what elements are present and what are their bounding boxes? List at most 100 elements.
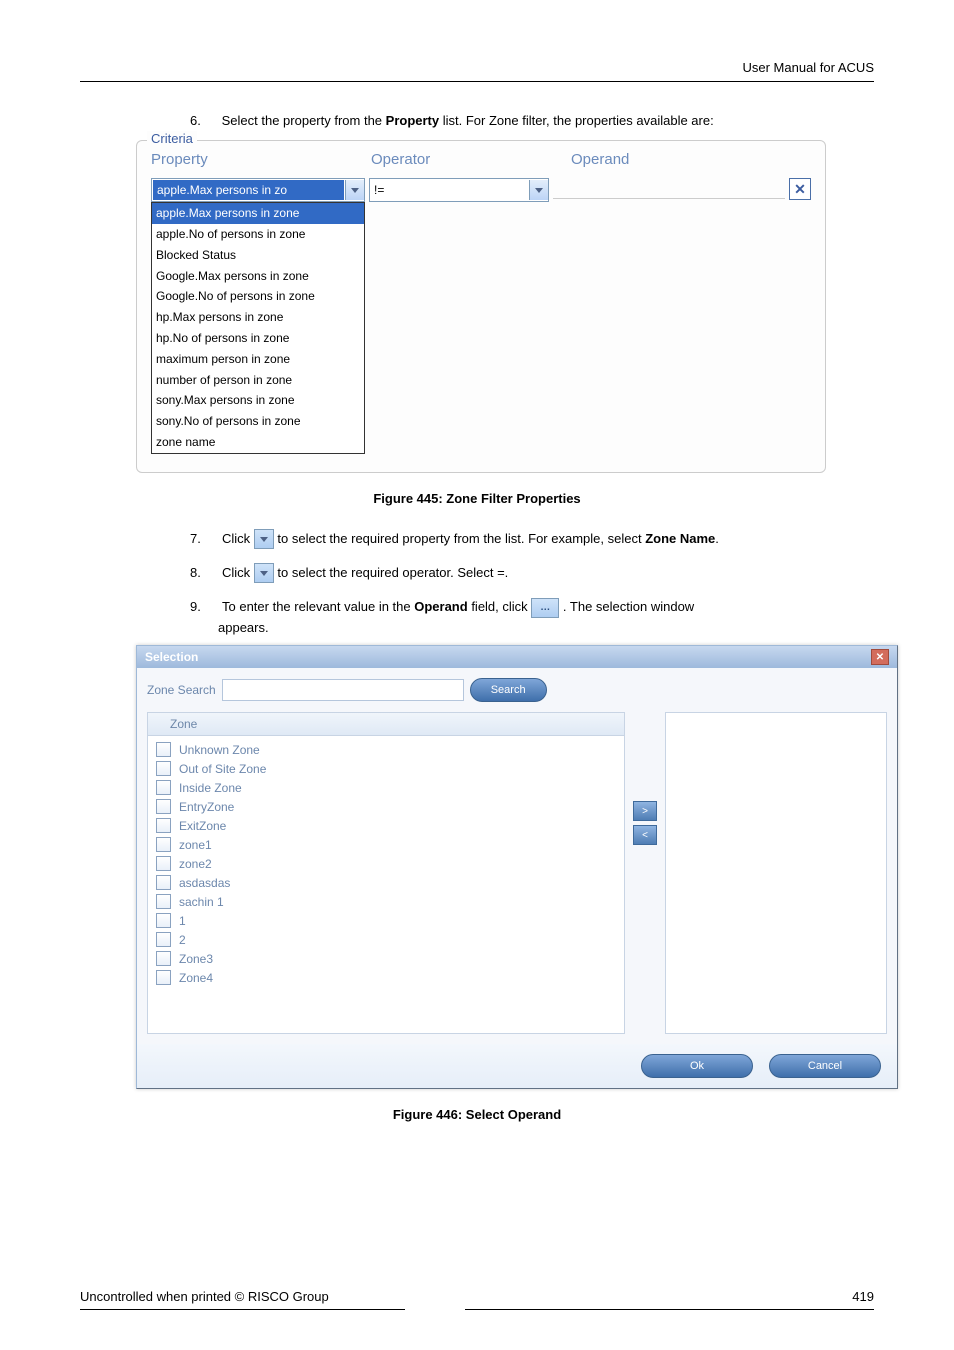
chevron-down-icon — [535, 188, 543, 193]
dropdown-item[interactable]: maximum person in zone — [152, 349, 364, 370]
checkbox[interactable] — [156, 742, 171, 757]
checkbox[interactable] — [156, 894, 171, 909]
operator-select-wrapper: != — [369, 178, 549, 202]
operator-value: != — [370, 180, 529, 200]
selection-body: Zone Search Search Zone Unknown Zone Out… — [137, 668, 897, 1044]
checkbox[interactable] — [156, 932, 171, 947]
checkbox[interactable] — [156, 799, 171, 814]
property-chevron[interactable] — [345, 180, 364, 200]
list-rows: Unknown Zone Out of Site Zone Inside Zon… — [148, 736, 624, 991]
checkbox[interactable] — [156, 761, 171, 776]
figure-445-caption: Figure 445: Zone Filter Properties — [80, 491, 874, 506]
zone-search-input[interactable] — [222, 679, 464, 701]
search-button[interactable]: Search — [470, 678, 547, 702]
list-item[interactable]: 2 — [148, 930, 624, 949]
step-9: 9. To enter the relevant value in the Op… — [190, 596, 874, 618]
step-9-text-b: field, click — [468, 599, 532, 614]
list-item[interactable]: Inside Zone — [148, 778, 624, 797]
step-6-bold: Property — [386, 113, 439, 128]
step-6: 6. Select the property from the Property… — [190, 112, 874, 130]
item-label: Unknown Zone — [179, 743, 260, 757]
step-7-bold: Zone Name — [645, 531, 715, 546]
step-6-text-b: list. For Zone filter, the properties av… — [439, 113, 714, 128]
list-item[interactable]: Unknown Zone — [148, 740, 624, 759]
operator-select[interactable]: != — [369, 178, 549, 202]
dropdown-item[interactable]: Google.Max persons in zone — [152, 266, 364, 287]
step-9-num: 9. — [190, 596, 218, 618]
checkbox[interactable] — [156, 780, 171, 795]
list-item[interactable]: Zone3 — [148, 949, 624, 968]
step-8-text-b: to select the required operator. Select … — [277, 565, 508, 580]
dropdown-item[interactable]: apple.Max persons in zone — [152, 203, 364, 224]
page-footer: Uncontrolled when printed © RISCO Group … — [80, 1289, 874, 1310]
step-7-num: 7. — [190, 528, 218, 550]
step-9-cont: appears. — [218, 620, 874, 635]
selection-title: Selection — [145, 650, 198, 664]
close-icon: ✕ — [794, 181, 806, 198]
header-text: User Manual for ACUS — [80, 60, 874, 81]
footer-left: Uncontrolled when printed © RISCO Group — [80, 1289, 329, 1304]
item-label: EntryZone — [179, 800, 234, 814]
list-item[interactable]: Zone4 — [148, 968, 624, 987]
step-7: 7. Click to select the required property… — [190, 528, 874, 550]
checkbox[interactable] — [156, 837, 171, 852]
list-item[interactable]: zone2 — [148, 854, 624, 873]
selection-dialog: Selection ✕ Zone Search Search Zone Unkn… — [136, 645, 898, 1089]
dropdown-icon-button[interactable] — [254, 563, 274, 583]
chevron-down-icon — [351, 188, 359, 193]
dropdown-item[interactable]: number of person in zone — [152, 370, 364, 391]
checkbox[interactable] — [156, 951, 171, 966]
list-item[interactable]: EntryZone — [148, 797, 624, 816]
dropdown-item[interactable]: sony.No of persons in zone — [152, 411, 364, 432]
property-select[interactable]: apple.Max persons in zo — [151, 178, 365, 202]
step-9-text-c: . The selection window — [563, 599, 694, 614]
step-8-num: 8. — [190, 562, 218, 584]
item-label: ExitZone — [179, 819, 226, 833]
checkbox[interactable] — [156, 856, 171, 871]
dropdown-item[interactable]: Blocked Status — [152, 245, 364, 266]
selection-titlebar: Selection ✕ — [137, 646, 897, 668]
dropdown-item[interactable]: hp.Max persons in zone — [152, 307, 364, 328]
list-item[interactable]: 1 — [148, 911, 624, 930]
dropdown-item[interactable]: Google.No of persons in zone — [152, 286, 364, 307]
available-list: Zone Unknown Zone Out of Site Zone Insid… — [147, 712, 625, 1034]
operand-input[interactable] — [553, 178, 785, 199]
item-label: zone2 — [179, 857, 212, 871]
list-item[interactable]: zone1 — [148, 835, 624, 854]
list-item[interactable]: Out of Site Zone — [148, 759, 624, 778]
move-left-button[interactable]: < — [633, 825, 657, 845]
move-right-button[interactable]: > — [633, 801, 657, 821]
header-rule — [80, 81, 874, 82]
step-6-num: 6. — [190, 112, 218, 130]
dropdown-item[interactable]: sony.Max persons in zone — [152, 390, 364, 411]
item-label: sachin 1 — [179, 895, 224, 909]
selection-close-button[interactable]: ✕ — [871, 649, 889, 665]
property-dropdown[interactable]: apple.Max persons in zone apple.No of pe… — [151, 202, 365, 454]
remove-row-button[interactable]: ✕ — [789, 178, 811, 200]
cancel-button[interactable]: Cancel — [769, 1054, 881, 1078]
ok-button[interactable]: Ok — [641, 1054, 753, 1078]
footer-rule-right — [465, 1309, 874, 1310]
step-9-bold: Operand — [414, 599, 467, 614]
chevron-down-icon — [260, 571, 268, 576]
item-label: Out of Site Zone — [179, 762, 266, 776]
step-9-text-a: To enter the relevant value in the — [222, 599, 414, 614]
ellipsis-button[interactable]: … — [531, 598, 559, 618]
checkbox[interactable] — [156, 818, 171, 833]
list-item[interactable]: ExitZone — [148, 816, 624, 835]
checkbox[interactable] — [156, 970, 171, 985]
header-operand: Operand — [571, 151, 811, 168]
dropdown-icon-button[interactable] — [254, 529, 274, 549]
figure-446-caption: Figure 446: Select Operand — [80, 1107, 874, 1122]
list-item[interactable]: asdasdas — [148, 873, 624, 892]
operator-chevron[interactable] — [529, 180, 548, 200]
list-item[interactable]: sachin 1 — [148, 892, 624, 911]
dropdown-item[interactable]: hp.No of persons in zone — [152, 328, 364, 349]
criteria-row: apple.Max persons in zo apple.Max person… — [151, 178, 811, 454]
checkbox[interactable] — [156, 913, 171, 928]
checkbox[interactable] — [156, 875, 171, 890]
selection-main: Zone Unknown Zone Out of Site Zone Insid… — [147, 712, 887, 1034]
dropdown-item[interactable]: zone name — [152, 432, 364, 453]
dropdown-item[interactable]: apple.No of persons in zone — [152, 224, 364, 245]
step-7-text-c: . — [715, 531, 719, 546]
